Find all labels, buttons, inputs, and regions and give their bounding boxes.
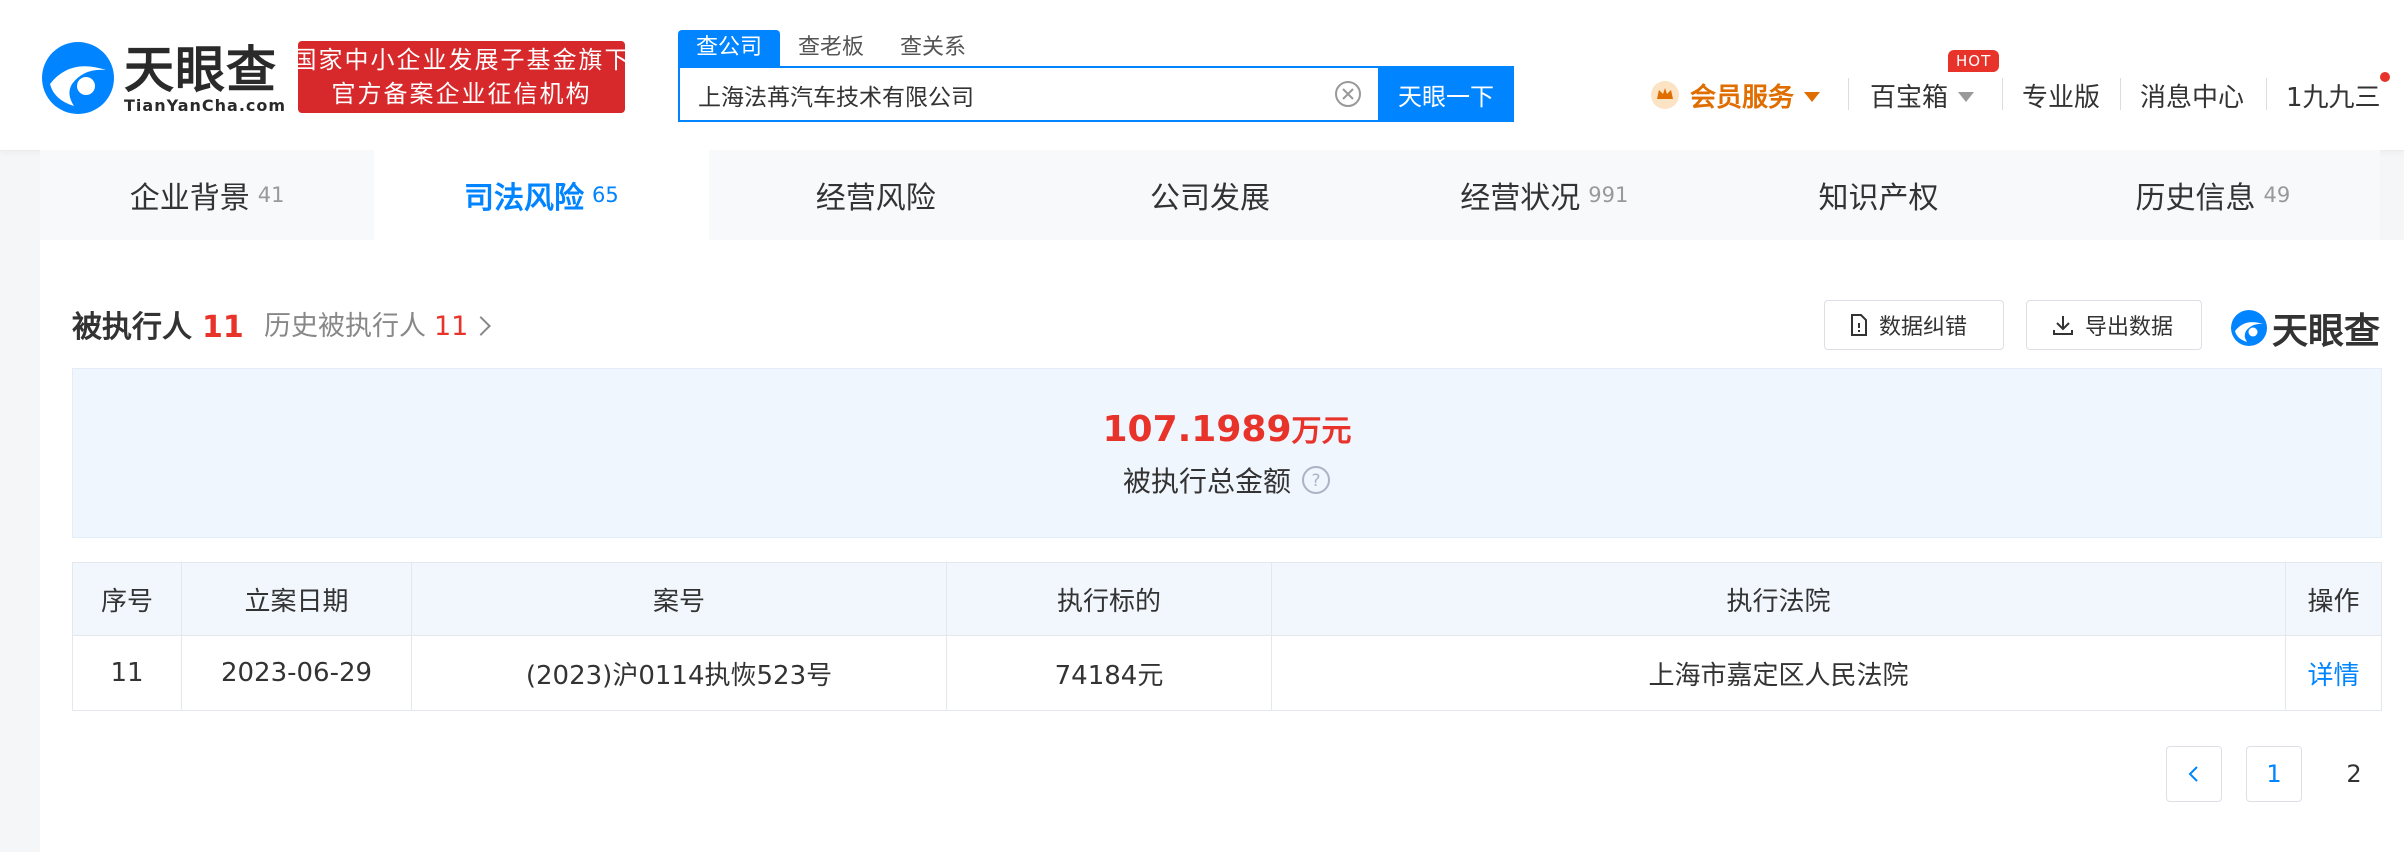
history-label: 历史被执行人	[264, 311, 426, 342]
tab-company-development[interactable]: 公司发展	[1043, 150, 1377, 240]
page-2-button[interactable]: 2	[2326, 746, 2382, 802]
chevron-down-icon	[1804, 92, 1821, 102]
col-header-case-number: 案号	[411, 562, 947, 636]
tab-label: 知识产权	[1818, 181, 1939, 216]
cell-court: 上海市嘉定区人民法院	[1271, 635, 2286, 711]
search-tab-boss[interactable]: 查老板	[780, 30, 882, 66]
tab-label: 经营风险	[815, 181, 936, 216]
tab-operation-status[interactable]: 经营状况 991	[1377, 150, 1711, 240]
user-menu[interactable]: 1九九三	[2286, 70, 2381, 120]
executed-person-panel: 被执行人 11 历史被执行人 11 数据纠错 导出数据 天眼查 107.1989万元…	[40, 240, 2404, 852]
help-icon[interactable]: ?	[1301, 465, 1331, 495]
cell-execution-amount: 74184元	[946, 635, 1272, 711]
tab-label: 司法风险	[464, 181, 585, 216]
tab-operation-risk[interactable]: 经营风险	[709, 150, 1043, 240]
search-box	[678, 66, 1378, 122]
divider	[2120, 78, 2121, 110]
svg-text:?: ?	[1311, 471, 1320, 491]
total-amount: 107.1989万元	[1102, 406, 1351, 450]
tab-company-background[interactable]: 企业背景 41	[40, 150, 374, 240]
pro-version-link[interactable]: 专业版	[2022, 70, 2100, 120]
col-header-filing-date: 立案日期	[181, 562, 412, 636]
tab-intellectual-property[interactable]: 知识产权	[1711, 150, 2045, 240]
eye-logo-icon	[2231, 310, 2267, 346]
notification-dot	[2380, 72, 2390, 82]
tab-label: 经营状况	[1460, 181, 1581, 216]
divider	[1848, 78, 1849, 110]
section-title: 被执行人 11	[72, 302, 244, 346]
divider	[2266, 78, 2267, 110]
total-amount-unit: 万元	[1291, 414, 1352, 449]
cell-filing-date: 2023-06-29	[181, 635, 412, 711]
col-header-index: 序号	[72, 562, 182, 636]
vip-service-menu[interactable]: 会员服务	[1650, 70, 1821, 120]
logo-domain: TianYanCha.com	[124, 96, 287, 115]
tab-count: 65	[592, 183, 619, 207]
watermark-text: 天眼查	[2272, 311, 2381, 352]
history-count: 11	[434, 311, 469, 342]
vip-service-label: 会员服务	[1690, 82, 1795, 113]
executed-person-table: 序号 立案日期 案号 执行标的 执行法院 操作 11 2023-06-29 (2…	[72, 562, 2382, 711]
chevron-left-icon	[2188, 766, 2198, 782]
history-executed-link[interactable]: 历史被执行人 11	[264, 304, 492, 343]
total-amount-label: 被执行总金额 ?	[1123, 460, 1331, 500]
official-badge: 国家中小企业发展子基金旗下 官方备案企业征信机构	[293, 41, 629, 113]
data-correction-button[interactable]: 数据纠错	[1824, 300, 2004, 350]
tianyancha-logo[interactable]: 天眼查 TianYanCha.com	[40, 40, 285, 118]
tab-count: 49	[2263, 183, 2291, 207]
export-data-label: 导出数据	[2085, 315, 2174, 340]
chevron-right-icon	[471, 316, 492, 336]
download-icon	[2053, 316, 2073, 335]
document-icon	[1851, 314, 1867, 336]
total-amount-summary: 107.1989万元 被执行总金额 ?	[72, 368, 2382, 538]
chevron-down-icon	[1958, 92, 1975, 102]
col-header-court: 执行法院	[1271, 562, 2286, 636]
baobox-label: 百宝箱	[1870, 82, 1949, 113]
tab-label: 公司发展	[1149, 181, 1270, 216]
table-header-row: 序号 立案日期 案号 执行标的 执行法院 操作	[72, 562, 2382, 636]
hot-badge: HOT	[1948, 50, 2000, 72]
col-header-execution-amount: 执行标的	[946, 562, 1272, 636]
data-correction-label: 数据纠错	[1879, 315, 1968, 340]
search-tab-company[interactable]: 查公司	[678, 30, 781, 66]
divider	[2002, 78, 2003, 110]
detail-link[interactable]: 详情	[2285, 635, 2382, 711]
cell-index: 11	[72, 635, 182, 711]
category-tabs: 企业背景 41 司法风险 65 经营风险 公司发展 经营状况 991 知识产权 历史信…	[40, 150, 2380, 240]
crown-icon	[1651, 81, 1679, 109]
baobox-menu[interactable]: 百宝箱	[1870, 70, 1975, 120]
tab-count: 41	[257, 183, 285, 207]
message-center-link[interactable]: 消息中心	[2140, 70, 2244, 120]
table-row: 11 2023-06-29 (2023)沪0114执恢523号 74184元 上…	[72, 635, 2382, 711]
page-1-button[interactable]: 1	[2246, 746, 2302, 802]
section-title-label: 被执行人	[72, 310, 192, 345]
badge-line-1: 国家中小企业发展子基金旗下	[292, 46, 631, 74]
total-amount-value: 107.1989	[1102, 409, 1292, 450]
prev-page-button[interactable]	[2166, 746, 2222, 802]
col-header-operation: 操作	[2285, 562, 2382, 636]
tab-label: 企业背景	[129, 181, 250, 216]
watermark-logo: 天眼查	[2230, 302, 2380, 354]
tab-history-info[interactable]: 历史信息 49	[2046, 150, 2380, 240]
export-data-button[interactable]: 导出数据	[2026, 300, 2202, 350]
section-count: 11	[202, 310, 244, 345]
top-header: 天眼查 TianYanCha.com 国家中小企业发展子基金旗下 官方备案企业征…	[0, 0, 2404, 151]
search-button[interactable]: 天眼一下	[1378, 66, 1514, 122]
cell-case-number: (2023)沪0114执恢523号	[411, 635, 947, 711]
tab-label: 历史信息	[2135, 181, 2256, 216]
logo-text: 天眼查	[124, 41, 277, 99]
badge-line-2: 官方备案企业征信机构	[331, 80, 592, 108]
eye-logo-icon	[42, 42, 114, 114]
search-tab-relation[interactable]: 查关系	[882, 30, 984, 66]
clear-icon[interactable]	[1334, 80, 1362, 108]
search-type-tabs: 查公司 查老板 查关系	[678, 30, 984, 66]
search-input[interactable]	[696, 68, 1300, 122]
tab-count: 991	[1588, 183, 1629, 207]
total-amount-caption: 被执行总金额	[1122, 465, 1291, 498]
tab-judicial-risk[interactable]: 司法风险 65	[374, 150, 709, 240]
